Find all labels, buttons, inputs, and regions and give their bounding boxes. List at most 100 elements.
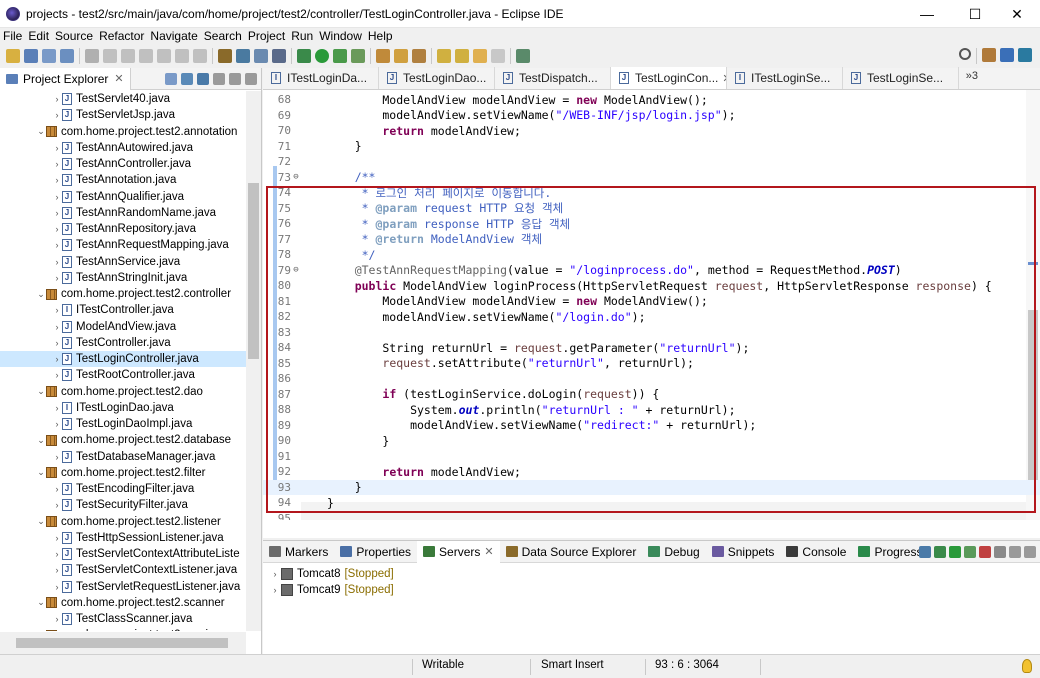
scrollbar-thumb[interactable] [248,183,259,359]
editor-tab[interactable]: I ITestLoginDa... [263,67,379,89]
editor-tab[interactable]: J TestLoginSe... [843,67,959,89]
menu-window[interactable]: Window [316,29,365,43]
tab-properties[interactable]: Properties [334,541,417,563]
stop-server-icon[interactable] [979,546,991,558]
save-all-icon[interactable] [42,49,56,63]
tab-debug[interactable]: Debug [642,541,705,563]
tree-file[interactable]: › J TestAnnRequestMapping.java [0,237,246,253]
publish-icon[interactable] [994,546,1006,558]
profile-server-icon[interactable] [964,546,976,558]
expand-chevron-icon[interactable]: ⌄ [36,435,46,446]
java-ee-perspective-icon[interactable] [1000,48,1014,62]
collapse-icon[interactable] [919,546,931,558]
previous-annotation-icon[interactable] [455,49,469,63]
maximize-view-icon[interactable] [245,73,257,85]
code-line[interactable]: 70 return modelAndView; [263,123,1040,139]
code-line[interactable]: 78 */ [263,247,1040,263]
forward-icon[interactable] [491,49,505,63]
tab-servers[interactable]: Servers ✕ [417,540,500,563]
editor-tab[interactable]: I ITestLoginSe... [727,67,843,89]
new-java-project-icon[interactable] [376,49,390,63]
code-line[interactable]: 92 return modelAndView; [263,464,1040,480]
coverage-icon[interactable] [333,49,347,63]
tree-file[interactable]: › J TestServletContextAttributeListe [0,546,246,562]
tab-project-explorer[interactable]: Project Explorer ✕ [0,67,131,90]
code-line[interactable]: 86 [263,371,1040,387]
tree-file[interactable]: › J ModelAndView.java [0,319,246,335]
editor-tab[interactable]: J TestLoginDao... [379,67,495,89]
run-icon[interactable] [315,49,329,63]
code-line[interactable]: 89 modelAndView.setViewName("redirect:" … [263,418,1040,434]
expand-chevron-icon[interactable]: ⌄ [36,597,46,608]
menu-source[interactable]: Source [52,29,96,43]
search-tool-icon[interactable] [412,49,426,63]
code-line[interactable]: 79 ⊖ @TestAnnRequestMapping(value = "/log… [263,263,1040,279]
tree-file[interactable]: › I ITestLoginDao.java [0,400,246,416]
tree-file[interactable]: › J TestClassScanner.java [0,611,246,627]
expand-chevron-icon[interactable]: ⌄ [36,126,46,137]
tree-file[interactable]: › J TestAnnRepository.java [0,221,246,237]
view-menu-icon[interactable] [1009,546,1021,558]
expand-chevron-icon[interactable]: ⌄ [36,630,46,631]
scrollbar-thumb[interactable] [16,638,228,648]
tab-progress[interactable]: Progress [852,541,928,563]
server-item[interactable]: › Tomcat9 [Stopped] [269,582,1040,598]
code-line[interactable]: 81 ModelAndView modelAndView = new Model… [263,294,1040,310]
fold-collapse-icon[interactable]: ⊖ [291,265,301,275]
show-whitespace-icon[interactable] [272,49,286,63]
terminate-icon[interactable] [139,49,153,63]
fold-collapse-icon[interactable]: ⊖ [291,172,301,182]
tab-data-source-explorer[interactable]: Data Source Explorer [500,541,643,563]
code-line[interactable]: 95 [263,511,1040,520]
tree-package[interactable]: ⌄ com.home.project.test2.dao [0,384,246,400]
more-tabs-indicator[interactable]: »3 [966,70,978,82]
code-line[interactable]: 80 public ModelAndView loginProcess(Http… [263,278,1040,294]
menu-file[interactable]: File [0,29,25,43]
tree-file[interactable]: › J TestLoginDaoImpl.java [0,416,246,432]
print-icon[interactable] [60,49,74,63]
search-icon[interactable] [959,48,971,60]
code-line[interactable]: 77 * @return ModelAndView 객체 [263,232,1040,248]
tree-file[interactable]: › I ITestController.java [0,302,246,318]
tree-package[interactable]: ⌄ com.home.project.test2.controller [0,286,246,302]
skip-breakpoints-icon[interactable] [85,49,99,63]
tree-file[interactable]: › J TestHttpSessionListener.java [0,530,246,546]
block-selection-icon[interactable] [254,49,268,63]
tree-file[interactable]: › J TestDatabaseManager.java [0,449,246,465]
code-line[interactable]: 87 if (testLoginService.doLogin(request)… [263,387,1040,403]
tree-file[interactable]: › J TestServletJsp.java [0,107,246,123]
code-line[interactable]: 76 * @param response HTTP 응답 객체 [263,216,1040,232]
pin-editor-icon[interactable] [516,49,530,63]
code-line[interactable]: 84 String returnUrl = request.getParamet… [263,340,1040,356]
run-external-tools-icon[interactable] [351,49,365,63]
next-annotation-icon[interactable] [437,49,451,63]
debug-perspective-icon[interactable] [1018,48,1032,62]
save-icon[interactable] [24,49,38,63]
start-server-icon[interactable] [949,546,961,558]
suspend-icon[interactable] [121,49,135,63]
expand-chevron-icon[interactable]: ⌄ [36,467,46,478]
new-icon[interactable] [6,49,20,63]
back-icon[interactable] [473,49,487,63]
code-line[interactable]: 85 request.setAttribute("returnUrl", ret… [263,356,1040,372]
maximize-button[interactable]: ☐ [952,0,998,28]
resume-icon[interactable] [103,49,117,63]
tree-file[interactable]: › J TestAnnotation.java [0,172,246,188]
tree-file[interactable]: › J TestServletContextListener.java [0,562,246,578]
code-line[interactable]: 93 } [263,479,1040,495]
menu-help[interactable]: Help [365,29,396,43]
menu-run[interactable]: Run [288,29,316,43]
tree-file[interactable]: › J TestLoginController.java [0,351,246,368]
code-line[interactable]: 73 ⊖ /** [263,170,1040,186]
code-line[interactable]: 74 * 로그인 처리 페이지로 이동합니다. [263,185,1040,201]
filter-icon[interactable] [197,73,209,85]
code-line[interactable]: 72 [263,154,1040,170]
view-menu-icon[interactable] [213,73,225,85]
expand-chevron-icon[interactable]: ⌄ [36,516,46,527]
code-line[interactable]: 69 modelAndView.setViewName("/WEB-INF/js… [263,108,1040,124]
collapse-all-icon[interactable] [165,73,177,85]
tree-package[interactable]: ⌄ com.home.project.test2.database [0,432,246,448]
code-area[interactable]: 68 ModelAndView modelAndView = new Model… [263,90,1040,520]
menu-refactor[interactable]: Refactor [96,29,147,43]
close-icon[interactable]: ✕ [114,72,123,85]
